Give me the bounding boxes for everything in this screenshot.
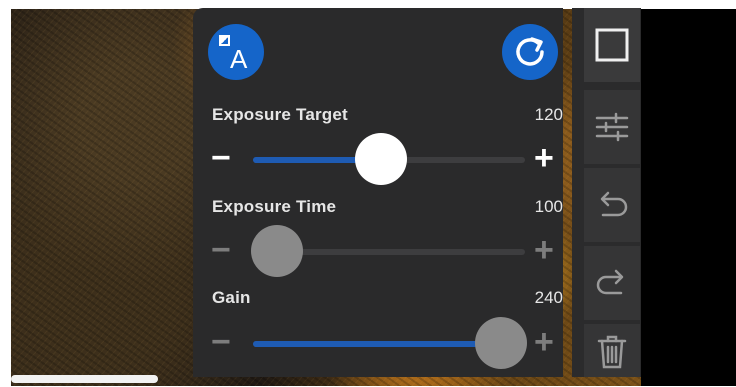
toolbar-undo-button[interactable] xyxy=(584,168,640,242)
gain-slider-thumb[interactable] xyxy=(474,317,527,369)
exposure-target-value: 120 xyxy=(534,105,563,124)
trash-icon xyxy=(597,335,627,368)
gain-value: 240 xyxy=(534,288,563,307)
exposure-settings-panel: A Exposure Target 120 − + Exposure Time … xyxy=(193,8,563,377)
exposure-target-slider[interactable] xyxy=(253,133,525,185)
right-toolbar xyxy=(572,8,641,377)
exposure-time-slider-thumb[interactable] xyxy=(251,225,304,277)
gain-label: Gain xyxy=(212,288,251,307)
gain-plus-button[interactable]: + xyxy=(534,325,554,359)
sliders-icon xyxy=(595,112,629,142)
exposure-time-minus-button[interactable]: − xyxy=(211,233,231,267)
toolbar-square-button[interactable] xyxy=(584,8,640,82)
square-icon xyxy=(595,28,629,62)
redo-icon xyxy=(596,269,624,295)
toolbar-adjust-button[interactable] xyxy=(584,90,640,164)
refresh-icon xyxy=(516,37,544,66)
auto-exposure-button[interactable]: A xyxy=(208,24,264,80)
recording-progress-fill xyxy=(11,375,158,383)
exposure-time-plus-button[interactable]: + xyxy=(534,233,554,267)
exposure-time-slider[interactable] xyxy=(251,225,525,277)
exposure-time-value: 100 xyxy=(534,197,563,216)
auto-exposure-icon xyxy=(219,35,230,46)
exposure-target-slider-thumb[interactable] xyxy=(354,133,407,185)
undo-icon xyxy=(600,191,628,217)
gain-slider[interactable] xyxy=(253,317,527,369)
toolbar-redo-button[interactable] xyxy=(584,246,640,320)
black-margin xyxy=(641,9,736,386)
exposure-target-minus-button[interactable]: − xyxy=(211,141,231,175)
reset-button[interactable] xyxy=(502,24,558,80)
toolbar-delete-button[interactable] xyxy=(584,324,640,377)
exposure-target-plus-button[interactable]: + xyxy=(534,141,554,175)
auto-exposure-letter: A xyxy=(230,44,248,74)
exposure-time-label: Exposure Time xyxy=(212,197,337,216)
gain-minus-button[interactable]: − xyxy=(211,325,231,359)
exposure-target-label: Exposure Target xyxy=(212,105,348,124)
gain-slider-fill xyxy=(253,341,501,347)
recording-progress-bar xyxy=(11,375,158,383)
